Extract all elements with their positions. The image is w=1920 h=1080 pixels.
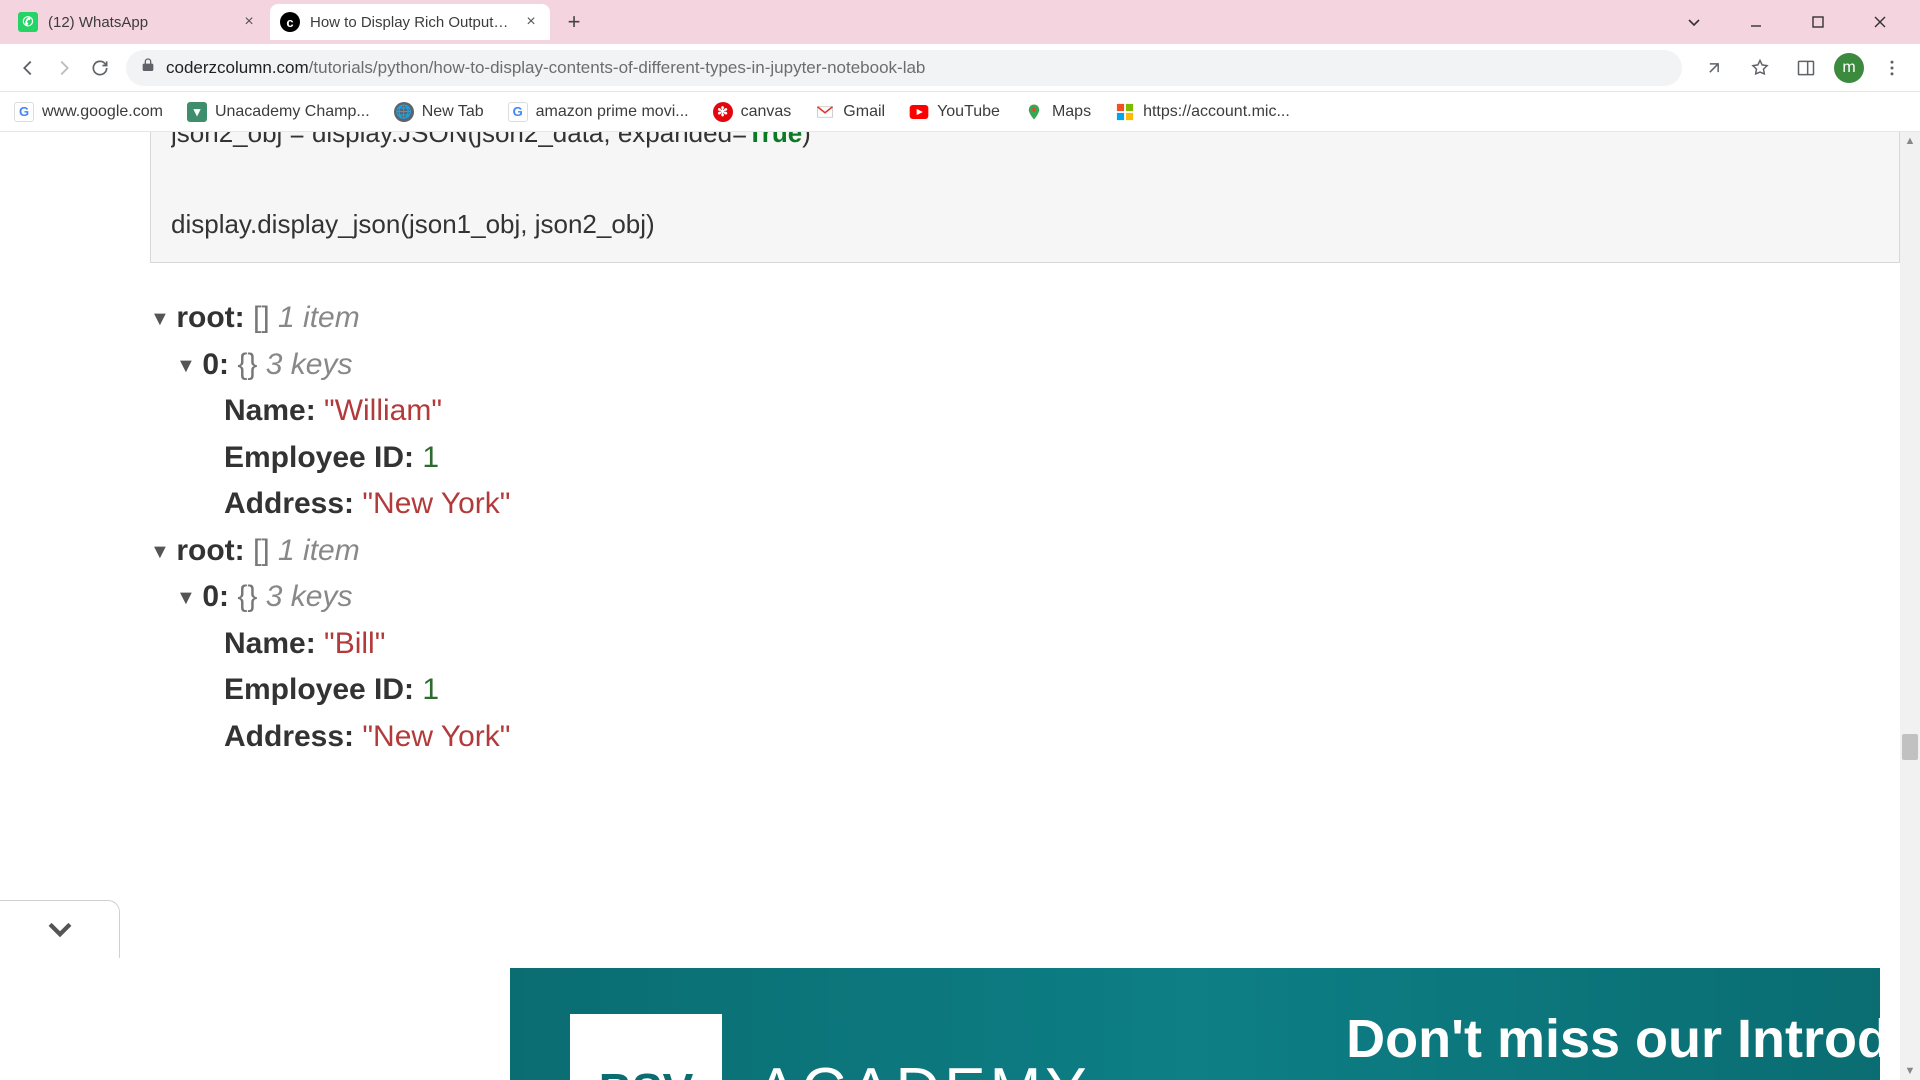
canvas-icon: ✻: [713, 102, 733, 122]
json-field: Name: "William": [150, 388, 1900, 435]
scrollbar-thumb[interactable]: [1902, 734, 1918, 760]
close-window-button[interactable]: [1858, 6, 1902, 38]
json-index[interactable]: ▼ 0: {} 3 keys: [150, 342, 1900, 389]
google-icon: G: [508, 102, 528, 122]
tab-title: How to Display Rich Outputs (im: [310, 14, 514, 31]
bookmark-label: Maps: [1052, 103, 1091, 121]
bookmark-label: www.google.com: [42, 103, 163, 121]
back-button[interactable]: [10, 50, 46, 86]
lock-icon: [140, 57, 156, 78]
bookmark-label: https://account.mic...: [1143, 103, 1290, 121]
ad-text: Don't miss our Introd BSV Infrastructure: [1346, 1008, 1880, 1080]
bookmark-label: New Tab: [422, 103, 484, 121]
close-icon[interactable]: ×: [522, 13, 540, 31]
bookmark-label: Gmail: [843, 103, 885, 121]
json-field: Name: "Bill": [150, 621, 1900, 668]
bookmark-canvas[interactable]: ✻ canvas: [713, 102, 792, 122]
tab-search-button[interactable]: [1672, 6, 1716, 38]
page-favicon-icon: c: [280, 12, 300, 32]
bookmark-new-tab[interactable]: 🌐 New Tab: [394, 102, 484, 122]
bookmark-google[interactable]: Gwww.google.com: [14, 102, 163, 122]
bookmark-gmail[interactable]: Gmail: [815, 102, 885, 122]
reload-button[interactable]: [82, 50, 118, 86]
youtube-icon: [909, 102, 929, 122]
json-field: Employee ID: 1: [150, 435, 1900, 482]
scroll-down-icon[interactable]: ▼: [1900, 1062, 1920, 1080]
forward-button[interactable]: [46, 50, 82, 86]
profile-initial: m: [1842, 59, 1855, 77]
ad-logo: BSV: [570, 1014, 722, 1080]
code-line: display.display_json(json1_obj, json2_ob…: [171, 209, 1879, 240]
json-field: Address: "New York": [150, 714, 1900, 761]
code-cell: json2_obj = display.JSON(json2_data, exp…: [150, 132, 1900, 263]
window-controls: [1672, 6, 1912, 38]
tab-title: (12) WhatsApp: [48, 14, 232, 31]
bookmark-label: canvas: [741, 103, 792, 121]
bookmark-unacademy[interactable]: ▾ Unacademy Champ...: [187, 102, 370, 122]
bookmark-label: YouTube: [937, 103, 1000, 121]
caret-down-icon: ▼: [176, 583, 194, 614]
json-root[interactable]: ▼ root: [] 1 item: [150, 295, 1900, 342]
tab-current-page[interactable]: c How to Display Rich Outputs (im ×: [270, 4, 550, 40]
browser-tab-bar: ✆ (12) WhatsApp × c How to Display Rich …: [0, 0, 1920, 44]
maps-icon: [1024, 102, 1044, 122]
scroll-up-icon[interactable]: ▲: [1900, 132, 1920, 150]
bookmark-microsoft[interactable]: https://account.mic...: [1115, 102, 1290, 122]
bookmarks-bar: Gwww.google.com ▾ Unacademy Champ... 🌐 New…: [0, 92, 1920, 132]
ad-brand: ACADEMY: [756, 1055, 1091, 1080]
profile-avatar[interactable]: m: [1834, 53, 1864, 83]
bookmark-maps[interactable]: Maps: [1024, 102, 1091, 122]
minimize-button[interactable]: [1734, 6, 1778, 38]
bookmark-amazon-prime[interactable]: Gamazon prime movi...: [508, 102, 689, 122]
caret-down-icon: ▼: [150, 537, 168, 568]
google-icon: G: [14, 102, 34, 122]
menu-button[interactable]: [1874, 50, 1910, 86]
json-output: ▼ root: [] 1 item ▼ 0: {} 3 keys Name: "…: [150, 295, 1900, 760]
url-host: coderzcolumn.com: [166, 58, 309, 78]
whatsapp-icon: ✆: [18, 12, 38, 32]
json-field: Address: "New York": [150, 481, 1900, 528]
new-tab-button[interactable]: +: [558, 6, 590, 38]
microsoft-icon: [1115, 102, 1135, 122]
gmail-icon: [815, 102, 835, 122]
bookmark-youtube[interactable]: YouTube: [909, 102, 1000, 122]
close-icon[interactable]: ×: [240, 13, 258, 31]
url-path: /tutorials/python/how-to-display-content…: [309, 58, 926, 78]
unacademy-icon: ▾: [187, 102, 207, 122]
code-line-partial: json2_obj = display.JSON(json2_data, exp…: [171, 132, 1879, 149]
json-root[interactable]: ▼ root: [] 1 item: [150, 528, 1900, 575]
bookmark-label: Unacademy Champ...: [215, 103, 370, 121]
ad-banner[interactable]: BSV ACADEMY Don't miss our Introd BSV In…: [510, 968, 1880, 1080]
caret-down-icon: ▼: [176, 351, 194, 382]
collapse-panel-button[interactable]: [0, 900, 120, 958]
bookmark-star-icon[interactable]: [1742, 50, 1778, 86]
side-panel-icon[interactable]: [1788, 50, 1824, 86]
json-field: Employee ID: 1: [150, 667, 1900, 714]
caret-down-icon: ▼: [150, 304, 168, 335]
globe-icon: 🌐: [394, 102, 414, 122]
tab-whatsapp[interactable]: ✆ (12) WhatsApp ×: [8, 4, 268, 40]
bookmark-label: amazon prime movi...: [536, 103, 689, 121]
share-icon[interactable]: [1696, 50, 1732, 86]
url-input[interactable]: coderzcolumn.com/tutorials/python/how-to…: [126, 50, 1682, 86]
json-index[interactable]: ▼ 0: {} 3 keys: [150, 574, 1900, 621]
page-content: json2_obj = display.JSON(json2_data, exp…: [0, 132, 1900, 1080]
maximize-button[interactable]: [1796, 6, 1840, 38]
vertical-scrollbar[interactable]: ▲ ▼: [1900, 132, 1920, 1080]
address-bar: coderzcolumn.com/tutorials/python/how-to…: [0, 44, 1920, 92]
